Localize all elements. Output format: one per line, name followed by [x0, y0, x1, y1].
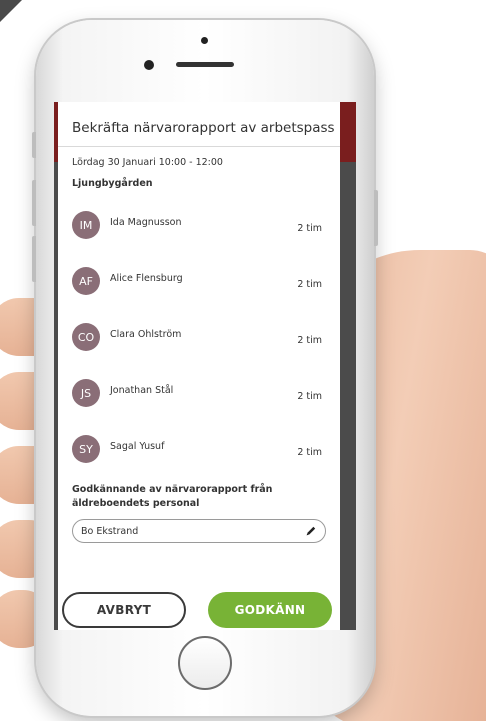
dialog-actions: AVBRYT GODKÄNN	[62, 592, 332, 628]
attendee-hours: 2 tim	[297, 334, 322, 346]
power-button	[374, 190, 378, 246]
shift-date-time: Lördag 30 Januari 10:00 - 12:00	[72, 157, 223, 168]
approval-label: Godkännande av närvarorapport från äldre…	[72, 484, 273, 509]
confirm-attendance-dialog: Bekräfta närvarorapport av arbetspass Lö…	[58, 102, 340, 630]
mute-switch	[32, 132, 36, 158]
approve-button[interactable]: GODKÄNN	[208, 592, 332, 628]
volume-down-button	[32, 236, 36, 282]
attendee-name: Jonathan Stål	[110, 384, 174, 396]
volume-up-button	[32, 180, 36, 226]
attendee-hours: 2 tim	[297, 278, 322, 290]
cancel-button[interactable]: AVBRYT	[62, 592, 186, 628]
attendee-row: JS Jonathan Stål 2 tim	[72, 365, 326, 421]
avatar: SY	[72, 435, 100, 463]
stage: Bekräfta närvarorapport av arbetspass Lö…	[0, 0, 486, 721]
phone-screen: Bekräfta närvarorapport av arbetspass Lö…	[54, 102, 356, 630]
avatar: CO	[72, 323, 100, 351]
attendee-hours: 2 tim	[297, 390, 322, 402]
attendee-row: AF Alice Flensburg 2 tim	[72, 253, 326, 309]
pencil-icon[interactable]	[305, 525, 317, 537]
approver-name-input[interactable]	[81, 525, 305, 537]
attendee-name: Alice Flensburg	[110, 272, 183, 284]
sensor-dot	[201, 37, 208, 44]
home-button[interactable]	[178, 636, 232, 690]
corner-decoration	[0, 0, 22, 22]
phone-frame: Bekräfta närvarorapport av arbetspass Lö…	[32, 20, 378, 716]
dialog-title: Bekräfta närvarorapport av arbetspass	[72, 120, 335, 136]
title-divider	[58, 146, 340, 147]
attendee-row: SY Sagal Yusuf 2 tim	[72, 421, 326, 477]
avatar: IM	[72, 211, 100, 239]
avatar: AF	[72, 267, 100, 295]
attendee-hours: 2 tim	[297, 446, 322, 458]
earpiece-speaker	[176, 62, 234, 67]
attendee-name: Ida Magnusson	[110, 216, 182, 228]
front-camera	[144, 60, 154, 70]
attendee-name: Sagal Yusuf	[110, 440, 165, 452]
avatar: JS	[72, 379, 100, 407]
attendee-list: IM Ida Magnusson 2 tim AF Alice Flensbur…	[72, 197, 326, 477]
shift-location: Ljungbygården	[72, 178, 153, 189]
attendee-hours: 2 tim	[297, 222, 322, 234]
attendee-row: IM Ida Magnusson 2 tim	[72, 197, 326, 253]
attendee-name: Clara Ohlström	[110, 328, 182, 340]
approver-name-field[interactable]	[72, 519, 326, 543]
attendee-row: CO Clara Ohlström 2 tim	[72, 309, 326, 365]
